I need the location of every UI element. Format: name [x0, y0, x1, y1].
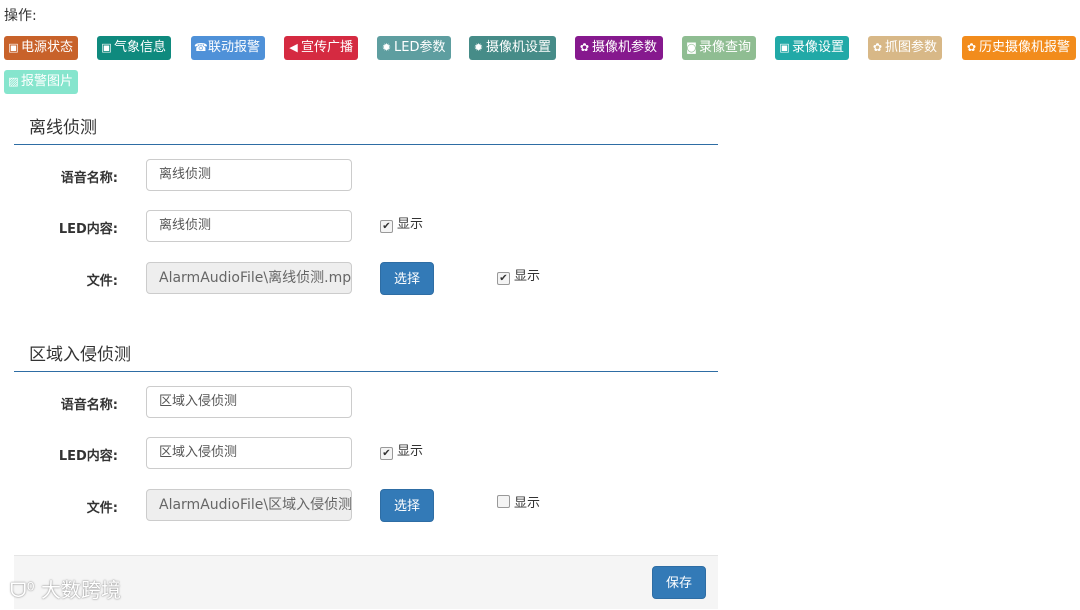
- alarm-images-label: 报警图片: [21, 74, 74, 89]
- camera-params-label: 摄像机参数: [592, 40, 658, 55]
- led-content-input[interactable]: 区域入侵侦测: [146, 437, 352, 469]
- recording-query-label: 录像查询: [699, 40, 752, 55]
- history-camera-alarm-label: 历史摄像机报警: [979, 40, 1071, 55]
- recording-settings-label: 录像设置: [792, 40, 845, 55]
- led-content-label: LED内容:: [58, 449, 118, 464]
- capture-params-label: 抓图参数: [885, 40, 938, 55]
- alarm-images-button[interactable]: ▨ 报警图片: [4, 70, 78, 94]
- file-label: 文件:: [86, 274, 118, 289]
- watermark-logo-icon: ᗜ⁰: [10, 578, 35, 602]
- save-button[interactable]: 保存: [652, 566, 707, 599]
- led-show-checkbox[interactable]: ✔ 显示: [380, 213, 423, 233]
- section-title: 离线侦测: [29, 118, 97, 138]
- led-content-input[interactable]: 离线侦测: [146, 210, 352, 242]
- recording-settings-button[interactable]: ▣ 录像设置: [775, 36, 849, 60]
- divider: [14, 371, 718, 372]
- linked-alarm-label: 联动报警: [208, 40, 261, 55]
- checkbox-unchecked-icon[interactable]: [497, 495, 510, 508]
- camera-settings-label: 摄像机设置: [486, 40, 552, 55]
- monitor-icon: ▣: [8, 41, 19, 54]
- monitor-icon: ▣: [101, 41, 112, 54]
- voice-name-label: 语音名称:: [60, 398, 118, 413]
- camera-settings-button[interactable]: ✹ 摄像机设置: [469, 36, 556, 60]
- broadcast-label: 宣传广播: [301, 40, 354, 55]
- led-content-label: LED内容:: [58, 222, 118, 237]
- sun-icon: ✹: [381, 41, 392, 54]
- recording-query-button[interactable]: ◙ 录像查询: [682, 36, 756, 60]
- watermark-text: 大数跨境: [40, 578, 121, 602]
- camera-icon: ◙: [686, 41, 697, 54]
- gear-icon: ✿: [966, 41, 977, 54]
- led-show-label: 显示: [397, 217, 424, 232]
- divider: [14, 144, 718, 145]
- monitor-icon: ▣: [779, 41, 790, 54]
- choose-file-button[interactable]: 选择: [380, 262, 435, 295]
- area-intrusion-panel: 区域入侵侦测 语音名称: 区域入侵侦测 LED内容: 区域入侵侦测 ✔ 显示 文件…: [14, 327, 718, 555]
- phone-icon: ☎: [194, 41, 208, 54]
- weather-info-label: 气象信息: [114, 40, 167, 55]
- led-params-label: LED参数: [394, 40, 446, 55]
- broadcast-button[interactable]: ◀ 宣传广播: [284, 36, 358, 60]
- gear-icon: ✿: [579, 41, 590, 54]
- led-params-button[interactable]: ✹ LED参数: [377, 36, 451, 60]
- file-path-input[interactable]: AlarmAudioFile\离线侦测.mp: [146, 262, 352, 294]
- led-show-label: 显示: [397, 444, 424, 459]
- file-show-checkbox[interactable]: 显示: [497, 492, 540, 511]
- checkbox-checked-icon[interactable]: ✔: [380, 447, 393, 460]
- history-camera-alarm-button[interactable]: ✿ 历史摄像机报警: [962, 36, 1076, 60]
- operations-label: 操作:: [4, 8, 37, 24]
- voice-name-input[interactable]: 区域入侵侦测: [146, 386, 352, 418]
- offline-detection-panel: 离线侦测 语音名称: 离线侦测 LED内容: 离线侦测 ✔ 显示 文件: Alar…: [14, 100, 718, 315]
- weather-info-button[interactable]: ▣ 气象信息: [97, 36, 171, 60]
- megaphone-icon: ◀: [289, 41, 298, 54]
- voice-name-label: 语音名称:: [60, 171, 118, 186]
- checkbox-checked-icon[interactable]: ✔: [497, 272, 510, 285]
- file-show-label: 显示: [514, 496, 541, 511]
- sun-icon: ✹: [473, 41, 484, 54]
- capture-params-button[interactable]: ✿ 抓图参数: [868, 36, 942, 60]
- watermark: ᗜ⁰ 大数跨境: [10, 574, 121, 603]
- voice-name-input[interactable]: 离线侦测: [146, 159, 352, 191]
- file-label: 文件:: [86, 501, 118, 516]
- file-path-input[interactable]: AlarmAudioFile\区域入侵侦测: [146, 489, 352, 521]
- camera-params-button[interactable]: ✿ 摄像机参数: [575, 36, 663, 60]
- led-show-checkbox[interactable]: ✔ 显示: [380, 440, 423, 460]
- section-title: 区域入侵侦测: [29, 345, 131, 365]
- power-status-button[interactable]: ▣ 电源状态: [4, 36, 78, 60]
- linked-alarm-button[interactable]: ☎联动报警: [191, 36, 265, 60]
- choose-file-button[interactable]: 选择: [380, 489, 435, 522]
- file-show-checkbox[interactable]: ✔ 显示: [497, 265, 540, 285]
- power-status-label: 电源状态: [21, 40, 74, 55]
- checkbox-checked-icon[interactable]: ✔: [380, 220, 393, 233]
- file-show-label: 显示: [514, 269, 541, 284]
- image-icon: ▨: [8, 75, 19, 88]
- gear-icon: ✿: [872, 41, 883, 54]
